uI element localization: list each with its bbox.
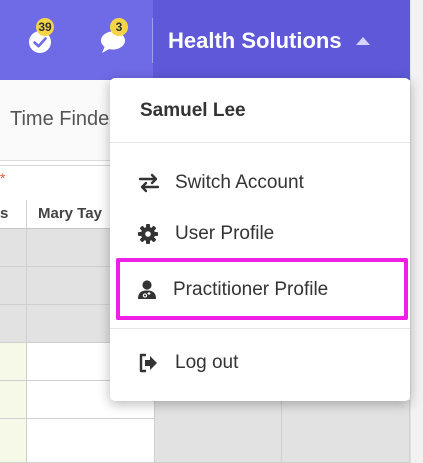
user-name: Samuel Lee	[140, 100, 246, 121]
scrollbar[interactable]	[410, 0, 423, 463]
tab-time-finder[interactable]: Time Finde	[10, 108, 109, 131]
caret-up-icon	[355, 37, 370, 45]
required-marker: *	[0, 170, 6, 186]
menu-divider	[110, 142, 410, 143]
messages-count-badge: 3	[110, 18, 128, 36]
grid-cell[interactable]	[155, 400, 282, 463]
column-header-mary-tay: Mary Tay	[27, 200, 111, 228]
grid-cell[interactable]	[0, 381, 27, 419]
column-header-partial: s	[0, 200, 27, 228]
menu-item-switch-account[interactable]: Switch Account	[110, 160, 410, 204]
menu-divider	[110, 328, 410, 329]
organization-name: Health Solutions	[168, 28, 342, 53]
menu-item-label: Practitioner Profile	[173, 279, 329, 300]
logout-icon	[139, 353, 157, 373]
menu-item-log-out[interactable]: Log out	[110, 340, 410, 384]
top-navbar: 39 3 Health Solutions	[0, 0, 410, 80]
grid-cell[interactable]	[0, 267, 27, 305]
practitioner-icon	[138, 280, 156, 299]
grid-cell[interactable]	[27, 419, 155, 463]
grid-cell[interactable]	[0, 229, 27, 267]
switch-arrows-icon	[138, 173, 160, 193]
menu-item-label: Log out	[175, 352, 239, 373]
menu-item-practitioner-profile[interactable]: Practitioner Profile	[110, 267, 410, 311]
tasks-count-badge: 39	[36, 18, 54, 36]
gear-icon	[138, 224, 158, 244]
menu-item-label: User Profile	[175, 223, 275, 244]
grid-cell[interactable]	[0, 419, 27, 463]
user-dropdown-menu: Samuel Lee Switch Account User Profile P…	[110, 78, 410, 401]
messages-button[interactable]: 3	[94, 18, 134, 62]
tasks-button[interactable]: 39	[22, 18, 62, 62]
menu-item-user-profile[interactable]: User Profile	[110, 211, 410, 255]
grid-cell[interactable]	[0, 343, 27, 381]
organization-menu-toggle[interactable]: Health Solutions	[168, 26, 370, 56]
menu-item-label: Switch Account	[175, 172, 304, 193]
grid-cell[interactable]	[282, 400, 410, 463]
grid-cell[interactable]	[0, 305, 27, 343]
navbar-separator	[152, 18, 153, 63]
